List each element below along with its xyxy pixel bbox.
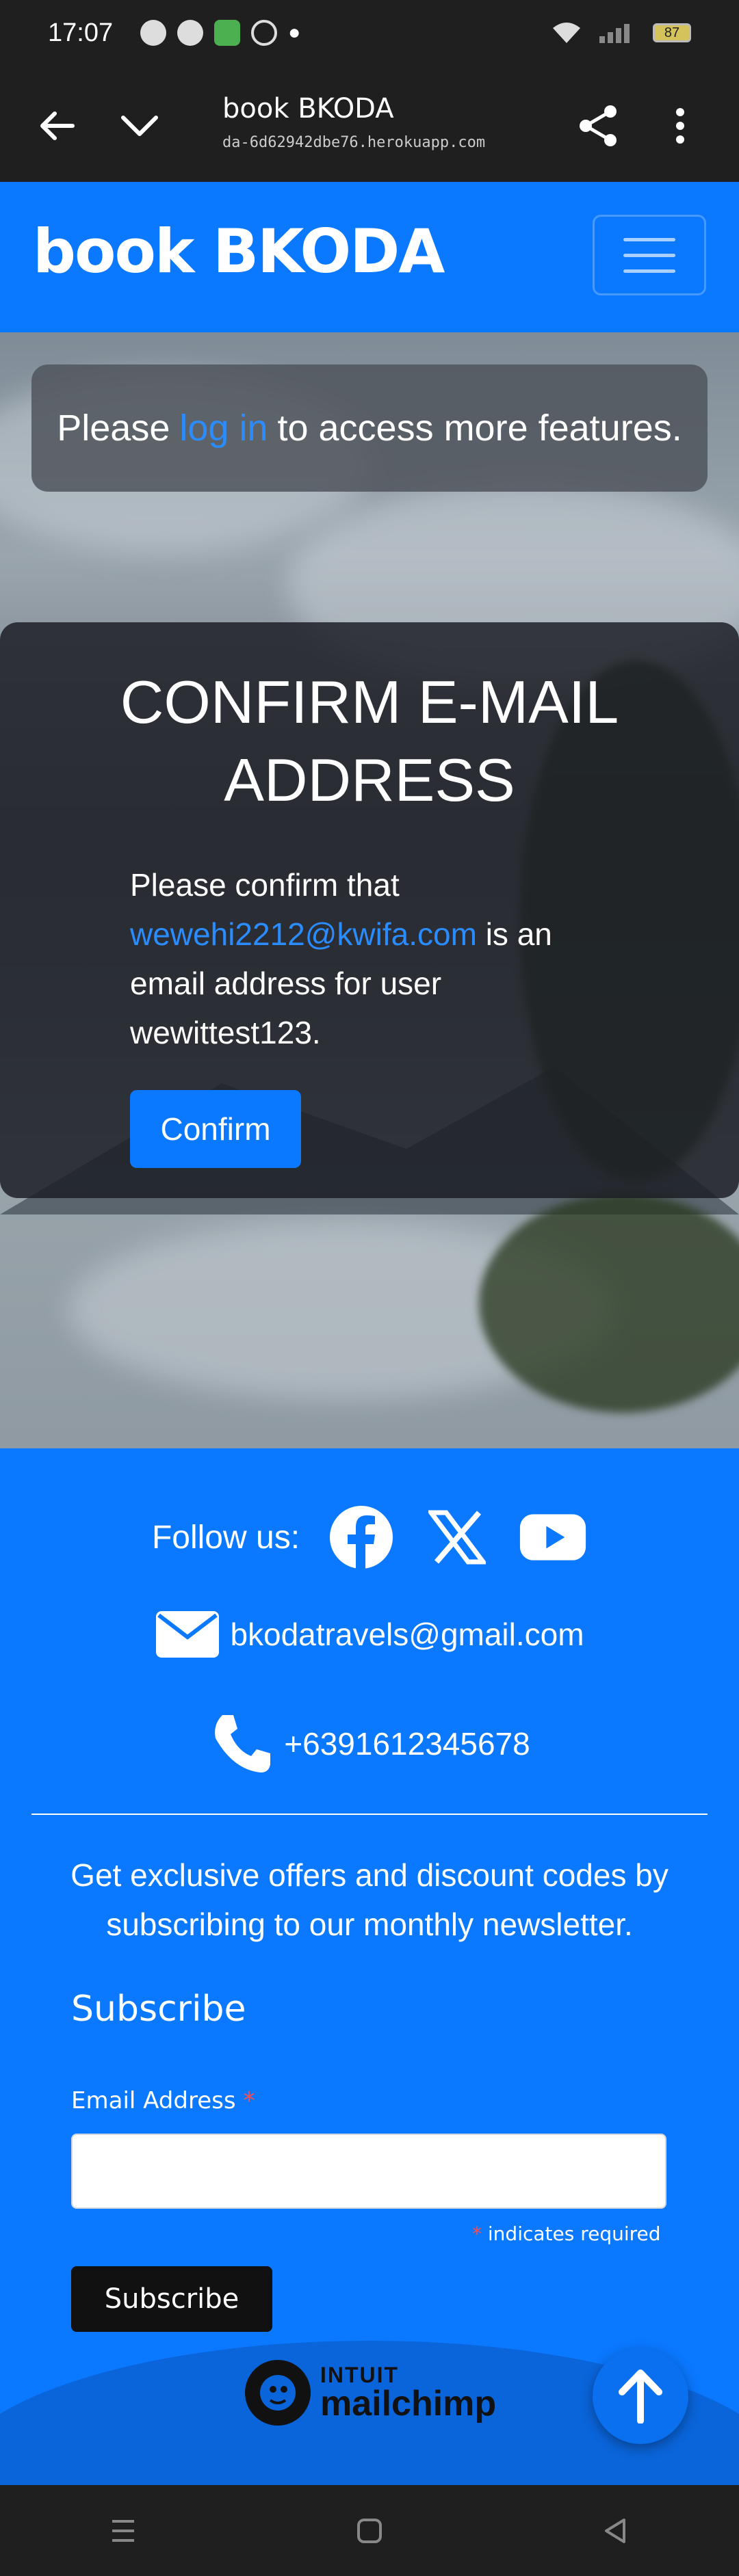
recents-icon xyxy=(112,2519,134,2542)
chevron-down-icon xyxy=(121,116,158,136)
brand-logo[interactable]: book BKODA xyxy=(33,216,445,287)
arrow-up-icon xyxy=(619,2369,662,2424)
confirm-email-card: CONFIRM E-MAIL ADDRESS Please confirm th… xyxy=(0,622,739,1198)
triangle-back-icon xyxy=(605,2518,625,2543)
footer-phone[interactable]: +6391612345678 xyxy=(284,1725,530,1762)
x-twitter-link[interactable] xyxy=(423,1503,491,1571)
scroll-to-top-button[interactable] xyxy=(593,2348,688,2444)
footer-divider xyxy=(31,1814,708,1815)
status-time: 17:07 xyxy=(48,18,114,47)
site-navbar: book BKODA xyxy=(0,182,739,332)
home-button[interactable] xyxy=(342,2504,397,2558)
login-alert: Please log in to access more features. xyxy=(31,364,708,492)
wifi-icon xyxy=(553,23,580,43)
email-label-text: Email Address xyxy=(71,2087,236,2114)
browser-toolbar: book BKODA da-6d62942dbe76.herokuapp.com xyxy=(0,66,739,182)
more-vert-icon xyxy=(676,108,684,144)
share-icon xyxy=(580,105,617,146)
social-row: Follow us: xyxy=(0,1503,739,1571)
status-bar: 17:07 ● 87 xyxy=(0,0,739,66)
footer-email[interactable]: bkodatravels@gmail.com xyxy=(230,1616,584,1653)
login-link[interactable]: log in xyxy=(179,407,268,449)
envelope-icon xyxy=(156,1611,220,1658)
browser-url[interactable]: da-6d62942dbe76.herokuapp.com xyxy=(222,134,485,151)
facebook-icon xyxy=(330,1506,393,1569)
required-note: * indicates required xyxy=(472,2222,661,2245)
battery-icon: 87 xyxy=(653,23,691,42)
required-asterisk: * xyxy=(472,2222,482,2245)
notification-icons: ● xyxy=(140,20,300,46)
navbar-toggler-button[interactable] xyxy=(593,215,706,295)
arrow-left-icon xyxy=(40,111,75,140)
mailchimp-freddie-icon xyxy=(245,2360,311,2426)
signal-icon xyxy=(599,24,630,43)
confirm-text-before: Please confirm that xyxy=(130,867,400,903)
phone-icon xyxy=(215,1715,271,1772)
newsletter-text: Get exclusive offers and discount codes … xyxy=(70,1857,669,1942)
overflow-menu-button[interactable] xyxy=(653,98,708,153)
youtube-icon xyxy=(519,1514,586,1561)
system-indicators: 87 xyxy=(552,21,691,44)
x-icon xyxy=(428,1510,487,1565)
system-navigation-bar xyxy=(0,2485,739,2576)
email-contact[interactable]: bkodatravels@gmail.com xyxy=(0,1610,739,1659)
browser-page-title: book BKODA xyxy=(222,93,394,124)
back-button[interactable] xyxy=(29,98,83,153)
facebook-notification-icon xyxy=(140,20,167,46)
alert-text-after: to access more features. xyxy=(277,408,682,449)
confirm-title: CONFIRM E-MAIL ADDRESS xyxy=(120,668,619,814)
confirm-email-link[interactable]: wewehi2212@kwifa.com xyxy=(130,916,477,952)
hamburger-icon-bar xyxy=(623,253,675,257)
required-asterisk: * xyxy=(243,2087,255,2114)
newsletter-email-input[interactable] xyxy=(71,2134,666,2209)
more-notifications-icon: ● xyxy=(288,21,301,44)
confirm-button[interactable]: Confirm xyxy=(130,1090,301,1168)
mailchimp-word: mailchimp xyxy=(320,2384,497,2424)
alert-text-before: Please xyxy=(57,408,170,449)
chat-notification-icon xyxy=(214,20,241,46)
mailchimp-badge[interactable]: INTUIT mailchimp xyxy=(245,2360,496,2426)
youtube-link[interactable] xyxy=(519,1503,587,1571)
subscribe-button[interactable]: Subscribe xyxy=(71,2266,272,2332)
facebook-link[interactable] xyxy=(327,1503,396,1571)
share-button[interactable] xyxy=(571,98,625,153)
google-notification-icon xyxy=(251,20,278,46)
required-note-text: indicates required xyxy=(487,2222,661,2245)
confirm-message: Please confirm that wewehi2212@kwifa.com… xyxy=(130,860,609,1057)
subscribe-heading: Subscribe xyxy=(71,1989,246,2030)
site-footer: Follow us: bkodatravels@gmail.com +63916… xyxy=(0,1448,739,2485)
phone-contact[interactable]: +6391612345678 xyxy=(0,1711,739,1777)
follow-label: Follow us: xyxy=(151,1519,300,1556)
hamburger-icon xyxy=(623,237,675,241)
hamburger-icon-bar xyxy=(623,269,675,273)
mailchimp-intuit: INTUIT xyxy=(320,2363,400,2387)
email-label: Email Address * xyxy=(71,2087,255,2114)
collapse-button[interactable] xyxy=(112,98,167,153)
messenger-notification-icon xyxy=(177,20,204,46)
recents-button[interactable] xyxy=(96,2504,151,2558)
mailchimp-logo-text: INTUIT mailchimp xyxy=(320,2364,496,2421)
home-icon xyxy=(357,2518,382,2543)
back-nav-button[interactable] xyxy=(588,2504,643,2558)
tree-decoration xyxy=(479,1194,739,1413)
